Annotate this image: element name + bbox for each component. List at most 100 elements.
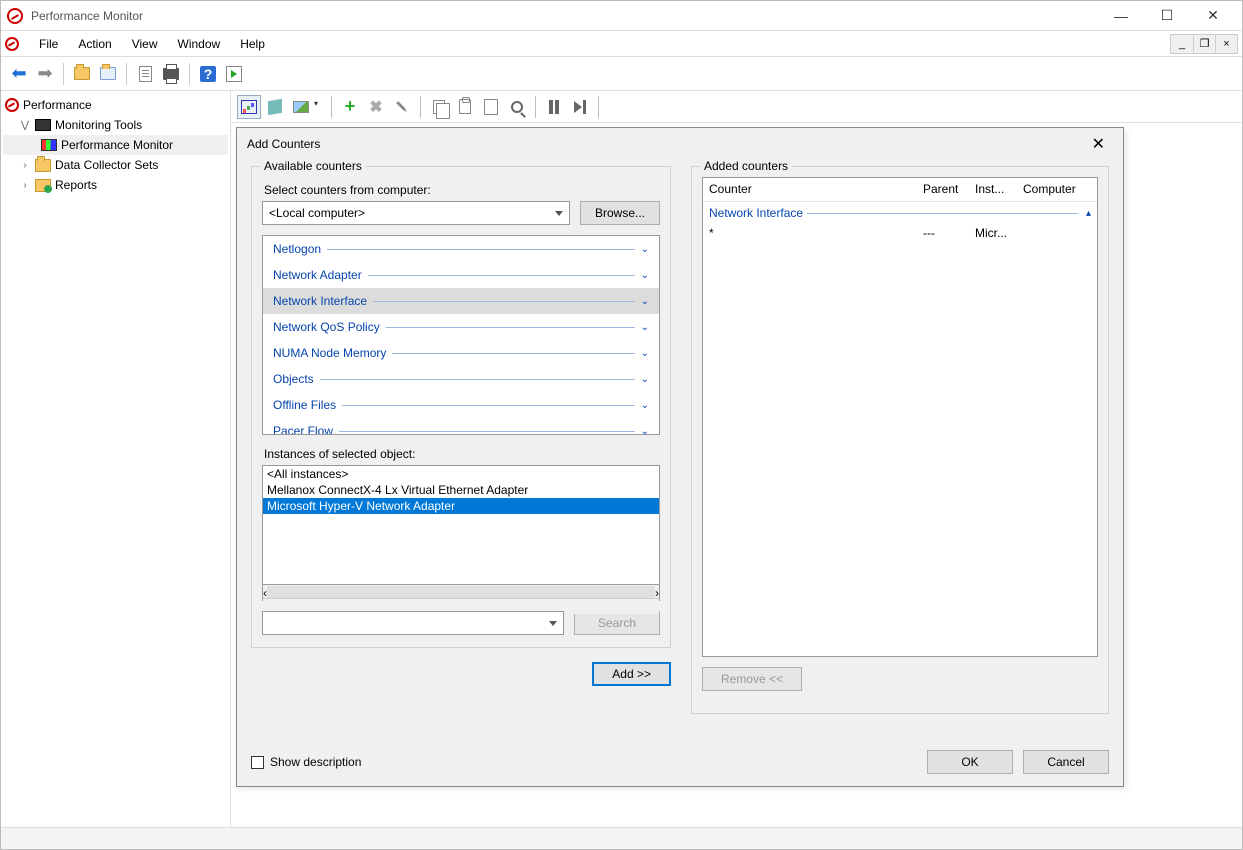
close-button[interactable]: ✕ <box>1190 2 1236 30</box>
show-description-checkbox[interactable] <box>251 756 264 769</box>
dialog-title: Add Counters <box>247 137 320 151</box>
mmc-toolbar: ⬅ ➡ ? <box>1 57 1242 91</box>
line <box>373 301 635 302</box>
tree-data-collector-sets[interactable]: › Data Collector Sets <box>3 155 228 175</box>
folder-icon <box>35 158 51 172</box>
chevron-down-icon[interactable]: ⌄ <box>641 296 649 307</box>
header-parent[interactable]: Parent <box>917 178 969 201</box>
help-button[interactable]: ? <box>196 62 220 86</box>
counter-category-list[interactable]: Netlogon⌄Network Adapter⌄Network Interfa… <box>262 235 660 435</box>
expand-icon[interactable]: › <box>19 160 31 171</box>
mdi-restore-button[interactable]: ❐ <box>1193 35 1215 53</box>
cell-computer <box>1017 224 1097 244</box>
search-button[interactable]: Search <box>574 611 660 635</box>
nav-tree[interactable]: Performance ⋁ Monitoring Tools Performan… <box>1 91 231 827</box>
group-line <box>807 213 1078 214</box>
menu-view[interactable]: View <box>122 34 168 54</box>
app-window: Performance Monitor — ☐ ✕ File Action Vi… <box>0 0 1243 850</box>
forward-button[interactable]: ➡ <box>33 62 57 86</box>
freeze-button[interactable] <box>542 95 566 119</box>
back-button[interactable]: ⬅ <box>7 62 31 86</box>
category-item[interactable]: Network QoS Policy ⌄ <box>263 314 659 340</box>
available-legend: Available counters <box>260 159 366 173</box>
added-group-row[interactable]: Network Interface ▴ <box>703 202 1097 224</box>
header-computer[interactable]: Computer <box>1017 178 1097 201</box>
body: Performance ⋁ Monitoring Tools Performan… <box>1 91 1242 827</box>
added-counters-list[interactable]: Counter Parent Inst... Computer Network … <box>702 177 1098 657</box>
tree-root-performance[interactable]: Performance <box>3 95 228 115</box>
perfmon-icon <box>41 139 57 151</box>
line <box>368 275 635 276</box>
category-label: Network QoS Policy <box>273 320 380 334</box>
cancel-button[interactable]: Cancel <box>1023 750 1109 774</box>
minimize-button[interactable]: — <box>1098 2 1144 30</box>
expand-icon[interactable]: › <box>19 180 31 191</box>
export-list-button[interactable] <box>133 62 157 86</box>
show-hide-tree-button[interactable] <box>70 62 94 86</box>
header-counter[interactable]: Counter <box>703 178 917 201</box>
zoom-button[interactable] <box>505 95 529 119</box>
update-button[interactable] <box>568 95 592 119</box>
show-hide-console-button[interactable] <box>96 62 120 86</box>
mdi-close-button[interactable]: × <box>1215 35 1237 53</box>
category-item[interactable]: Offline Files⌄ <box>263 392 659 418</box>
ok-button[interactable]: OK <box>927 750 1013 774</box>
add-button[interactable]: Add >> <box>592 662 671 686</box>
view-graph-button[interactable] <box>237 95 261 119</box>
add-counter-button[interactable]: + <box>338 95 362 119</box>
chevron-down-icon[interactable]: ⌄ <box>641 400 649 411</box>
mdi-minimize-button[interactable]: _ <box>1171 35 1193 53</box>
category-item[interactable]: Network Adapter⌄ <box>263 262 659 288</box>
tree-monitoring-tools[interactable]: ⋁ Monitoring Tools <box>3 115 228 135</box>
chevron-down-icon[interactable]: ⌄ <box>641 374 649 385</box>
cell-inst: Micr... <box>969 224 1017 244</box>
paste-button[interactable] <box>453 95 477 119</box>
menu-action[interactable]: Action <box>68 34 121 54</box>
highlight-button[interactable] <box>390 95 414 119</box>
chevron-up-icon[interactable]: ▴ <box>1086 208 1091 219</box>
instance-item[interactable]: <All instances> <box>263 466 659 482</box>
computer-combo[interactable]: <Local computer> <box>262 201 570 225</box>
menu-file[interactable]: File <box>29 34 68 54</box>
titlebar: Performance Monitor — ☐ ✕ <box>1 1 1242 31</box>
window-controls: — ☐ ✕ <box>1098 2 1236 30</box>
run-button[interactable] <box>222 62 246 86</box>
instance-item[interactable]: Mellanox ConnectX-4 Lx Virtual Ethernet … <box>263 482 659 498</box>
category-item[interactable]: NUMA Node Memory⌄ <box>263 340 659 366</box>
collapse-icon[interactable]: ⋁ <box>19 120 31 131</box>
tree-reports[interactable]: › Reports <box>3 175 228 195</box>
category-item[interactable]: Pacer Flow⌄ <box>263 418 659 435</box>
perf-toolbar: + ✖ <box>231 91 1242 123</box>
line <box>392 353 634 354</box>
view-report-button[interactable] <box>289 95 313 119</box>
browse-button[interactable]: Browse... <box>580 201 660 225</box>
chevron-down-icon[interactable]: ⌄ <box>641 426 649 436</box>
maximize-button[interactable]: ☐ <box>1144 2 1190 30</box>
properties-button[interactable] <box>479 95 503 119</box>
line <box>386 327 635 328</box>
added-counter-row[interactable]: *---Micr... <box>703 224 1097 244</box>
view-histogram-button[interactable] <box>263 95 287 119</box>
dialog-close-button[interactable]: ✕ <box>1084 130 1113 158</box>
instances-list[interactable]: <All instances>Mellanox ConnectX-4 Lx Vi… <box>262 465 660 585</box>
header-instance[interactable]: Inst... <box>969 178 1017 201</box>
chevron-down-icon[interactable]: ⌄ <box>641 322 649 333</box>
copy-button[interactable] <box>427 95 451 119</box>
print-button[interactable] <box>159 62 183 86</box>
search-combo[interactable] <box>262 611 564 635</box>
menu-help[interactable]: Help <box>230 34 275 54</box>
tree-performance-monitor[interactable]: Performance Monitor <box>3 135 228 155</box>
tree-label: Performance <box>23 98 92 112</box>
category-item[interactable]: Network Interface⌄ <box>263 288 659 314</box>
category-item[interactable]: Netlogon⌄ <box>263 236 659 262</box>
menu-window[interactable]: Window <box>168 34 231 54</box>
mdi-controls: _ ❐ × <box>1170 34 1238 54</box>
chevron-down-icon[interactable]: ⌄ <box>641 270 649 281</box>
line <box>339 431 635 432</box>
delete-counter-button[interactable]: ✖ <box>364 95 388 119</box>
category-item[interactable]: Objects⌄ <box>263 366 659 392</box>
instance-item[interactable]: Microsoft Hyper-V Network Adapter <box>263 498 659 514</box>
chevron-down-icon[interactable]: ⌄ <box>641 348 649 359</box>
remove-button[interactable]: Remove << <box>702 667 802 691</box>
chevron-down-icon[interactable]: ⌄ <box>641 244 649 255</box>
